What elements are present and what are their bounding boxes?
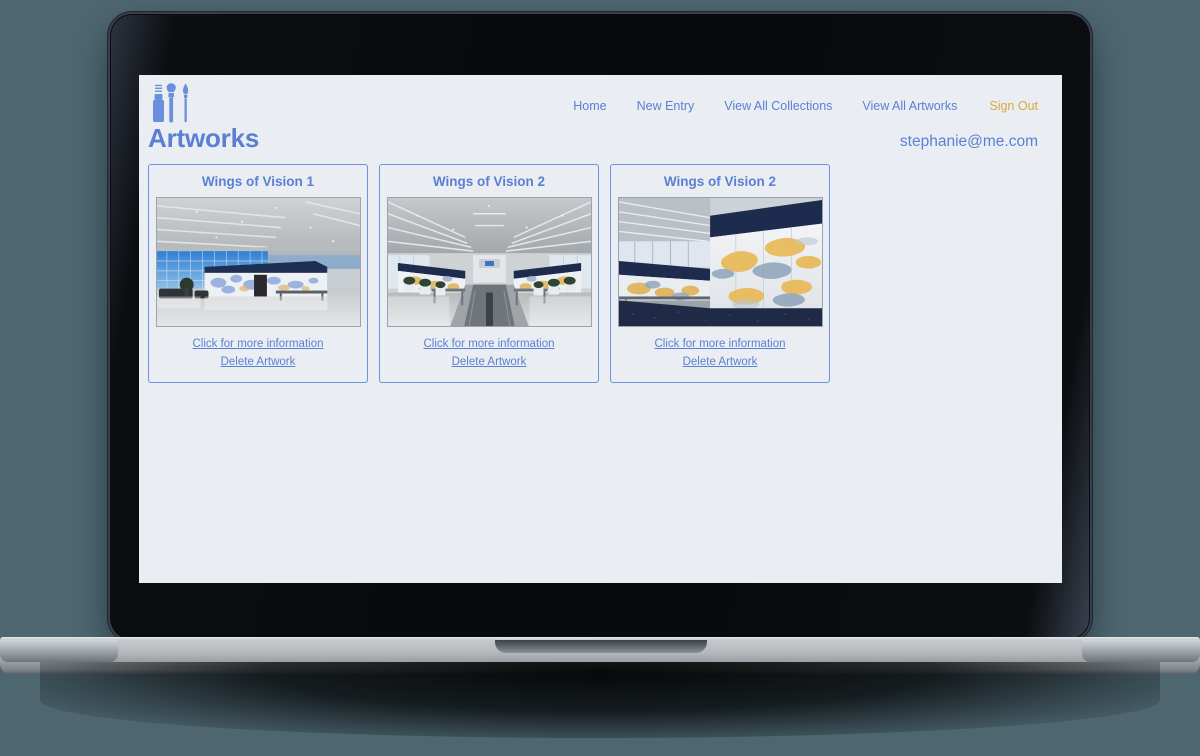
artwork-card[interactable]: Wings of Vision 2 Click for more informa…	[379, 164, 599, 383]
artwork-thumbnail[interactable]	[155, 197, 361, 327]
nav-view-all-collections[interactable]: View All Collections	[709, 99, 847, 113]
laptop-base-notch	[495, 640, 707, 653]
delete-artwork-link[interactable]: Delete Artwork	[423, 354, 554, 372]
artwork-card[interactable]: Wings of Vision 2 Click for more informa…	[610, 164, 830, 383]
more-information-link[interactable]: Click for more information	[192, 336, 323, 354]
nav-new-entry[interactable]: New Entry	[622, 99, 710, 113]
artwork-card[interactable]: Wings of Vision 1 Click for more informa…	[148, 164, 368, 383]
more-information-link[interactable]: Click for more information	[423, 336, 554, 354]
delete-artwork-link[interactable]: Delete Artwork	[192, 354, 323, 372]
laptop-foot-left	[0, 640, 118, 662]
artwork-title: Wings of Vision 2	[432, 174, 546, 189]
paint-tube-and-brushes-icon[interactable]	[148, 82, 194, 129]
artwork-card-links: Click for more information Delete Artwor…	[192, 336, 323, 372]
nav-home[interactable]: Home	[558, 99, 621, 113]
top-bar: Home New Entry View All Collections View…	[139, 75, 1062, 127]
page-header-row: Artworks stephanie@me.com	[139, 123, 1062, 154]
artwork-thumbnail[interactable]	[617, 197, 823, 327]
artwork-card-grid: Wings of Vision 1 Click for more informa…	[139, 154, 1062, 383]
sign-out-link[interactable]: Sign Out	[972, 99, 1038, 113]
laptop-screen: Home New Entry View All Collections View…	[139, 75, 1062, 583]
user-email: stephanie@me.com	[899, 133, 1038, 150]
main-navigation: Home New Entry View All Collections View…	[558, 99, 1038, 113]
page-title: Artworks	[148, 123, 260, 153]
artwork-title: Wings of Vision 1	[201, 174, 315, 189]
app-page: Home New Entry View All Collections View…	[139, 75, 1062, 583]
nav-view-all-artworks[interactable]: View All Artworks	[847, 99, 972, 113]
more-information-link[interactable]: Click for more information	[654, 336, 785, 354]
artwork-card-links: Click for more information Delete Artwor…	[654, 336, 785, 372]
artwork-card-links: Click for more information Delete Artwor…	[423, 336, 554, 372]
laptop-mockup: Home New Entry View All Collections View…	[0, 0, 1200, 756]
artwork-thumbnail[interactable]	[386, 197, 592, 327]
artwork-title: Wings of Vision 2	[663, 174, 777, 189]
delete-artwork-link[interactable]: Delete Artwork	[654, 354, 785, 372]
laptop-shadow	[40, 662, 1160, 738]
laptop-foot-right	[1082, 640, 1200, 662]
